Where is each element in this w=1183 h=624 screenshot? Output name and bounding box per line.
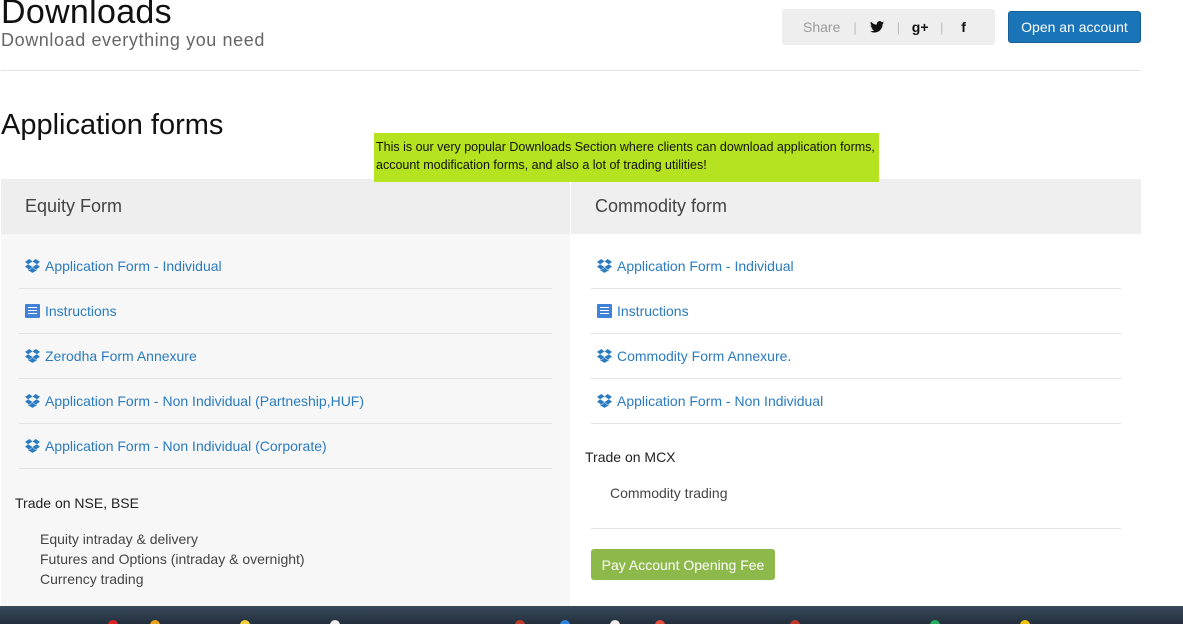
page-subtitle: Download everything you need bbox=[1, 30, 265, 50]
share-bar: Share | | g+ | f bbox=[782, 9, 995, 45]
equity-application-non-individual-partnership-link[interactable]: Application Form - Non Individual (Partn… bbox=[45, 393, 364, 409]
list-item: Application Form - Non Individual bbox=[591, 379, 1121, 424]
document-icon bbox=[25, 304, 40, 318]
annotation-note: This is our very popular Downloads Secti… bbox=[374, 133, 879, 182]
app-icon[interactable] bbox=[108, 620, 118, 624]
equity-application-non-individual-corporate-link[interactable]: Application Form - Non Individual (Corpo… bbox=[45, 438, 327, 454]
list-item: Instructions bbox=[19, 289, 552, 334]
list-item: Equity intraday & delivery bbox=[40, 531, 198, 547]
section-title: Application forms bbox=[1, 109, 224, 141]
facebook-icon[interactable]: f bbox=[957, 19, 971, 35]
divider: | bbox=[853, 19, 857, 35]
dropbox-icon bbox=[25, 259, 40, 273]
commodity-instructions-link[interactable]: Instructions bbox=[617, 303, 689, 319]
list-item: Application Form - Individual bbox=[591, 244, 1121, 289]
app-icon[interactable] bbox=[1020, 620, 1030, 624]
commodity-panel: Commodity form Application Form - Indivi… bbox=[571, 179, 1141, 609]
dropbox-icon bbox=[597, 259, 612, 273]
dropbox-icon bbox=[25, 439, 40, 453]
commodity-panel-heading: Commodity form bbox=[571, 179, 1141, 234]
app-icon[interactable] bbox=[610, 620, 620, 624]
divider: | bbox=[940, 19, 944, 35]
commodity-application-individual-link[interactable]: Application Form - Individual bbox=[617, 258, 794, 274]
twitter-icon[interactable] bbox=[869, 19, 884, 35]
list-item: Commodity trading bbox=[610, 485, 728, 501]
list-item: Application Form - Individual bbox=[19, 244, 552, 289]
equity-form-list: Application Form - Individual Instructio… bbox=[19, 234, 552, 469]
taskbar bbox=[0, 606, 1183, 624]
equity-application-individual-link[interactable]: Application Form - Individual bbox=[45, 258, 222, 274]
dropbox-icon bbox=[597, 394, 612, 408]
app-icon[interactable] bbox=[655, 620, 665, 624]
app-icon[interactable] bbox=[240, 620, 250, 624]
downloads-page: Downloads Download everything you need S… bbox=[0, 0, 1183, 624]
dropbox-icon bbox=[25, 349, 40, 363]
divider bbox=[591, 528, 1121, 529]
app-icon[interactable] bbox=[330, 620, 340, 624]
document-icon bbox=[597, 304, 612, 318]
commodity-trade-list: Commodity trading bbox=[610, 483, 728, 503]
app-icon[interactable] bbox=[930, 620, 940, 624]
app-icon[interactable] bbox=[560, 620, 570, 624]
commodity-application-non-individual-link[interactable]: Application Form - Non Individual bbox=[617, 393, 823, 409]
list-item: Currency trading bbox=[40, 571, 144, 587]
commodity-form-annexure-link[interactable]: Commodity Form Annexure. bbox=[617, 348, 791, 364]
dropbox-icon bbox=[597, 349, 612, 363]
share-label: Share bbox=[803, 19, 841, 35]
equity-trade-list: Equity intraday & delivery Futures and O… bbox=[40, 529, 305, 589]
open-account-button[interactable]: Open an account bbox=[1008, 11, 1141, 43]
list-item: Futures and Options (intraday & overnigh… bbox=[40, 551, 305, 567]
list-item: Application Form - Non Individual (Partn… bbox=[19, 379, 552, 424]
divider: | bbox=[896, 19, 901, 35]
dropbox-icon bbox=[25, 394, 40, 408]
divider bbox=[1, 70, 1141, 71]
commodity-form-list: Application Form - Individual Instructio… bbox=[591, 234, 1121, 424]
commodity-trade-heading: Trade on MCX bbox=[585, 449, 676, 465]
equity-panel: Equity Form Application Form - Individua… bbox=[1, 179, 570, 609]
list-item: Commodity Form Annexure. bbox=[591, 334, 1121, 379]
app-icon[interactable] bbox=[150, 620, 160, 624]
app-icon[interactable] bbox=[515, 620, 525, 624]
list-item: Application Form - Non Individual (Corpo… bbox=[19, 424, 552, 469]
equity-trade-heading: Trade on NSE, BSE bbox=[15, 495, 139, 511]
list-item: Instructions bbox=[591, 289, 1121, 334]
zerodha-form-annexure-link[interactable]: Zerodha Form Annexure bbox=[45, 348, 197, 364]
equity-panel-heading: Equity Form bbox=[1, 179, 570, 234]
app-icon[interactable] bbox=[790, 620, 800, 624]
equity-instructions-link[interactable]: Instructions bbox=[45, 303, 117, 319]
pay-account-opening-fee-button[interactable]: Pay Account Opening Fee bbox=[591, 549, 775, 580]
google-plus-icon[interactable]: g+ bbox=[912, 19, 929, 35]
list-item: Zerodha Form Annexure bbox=[19, 334, 552, 379]
